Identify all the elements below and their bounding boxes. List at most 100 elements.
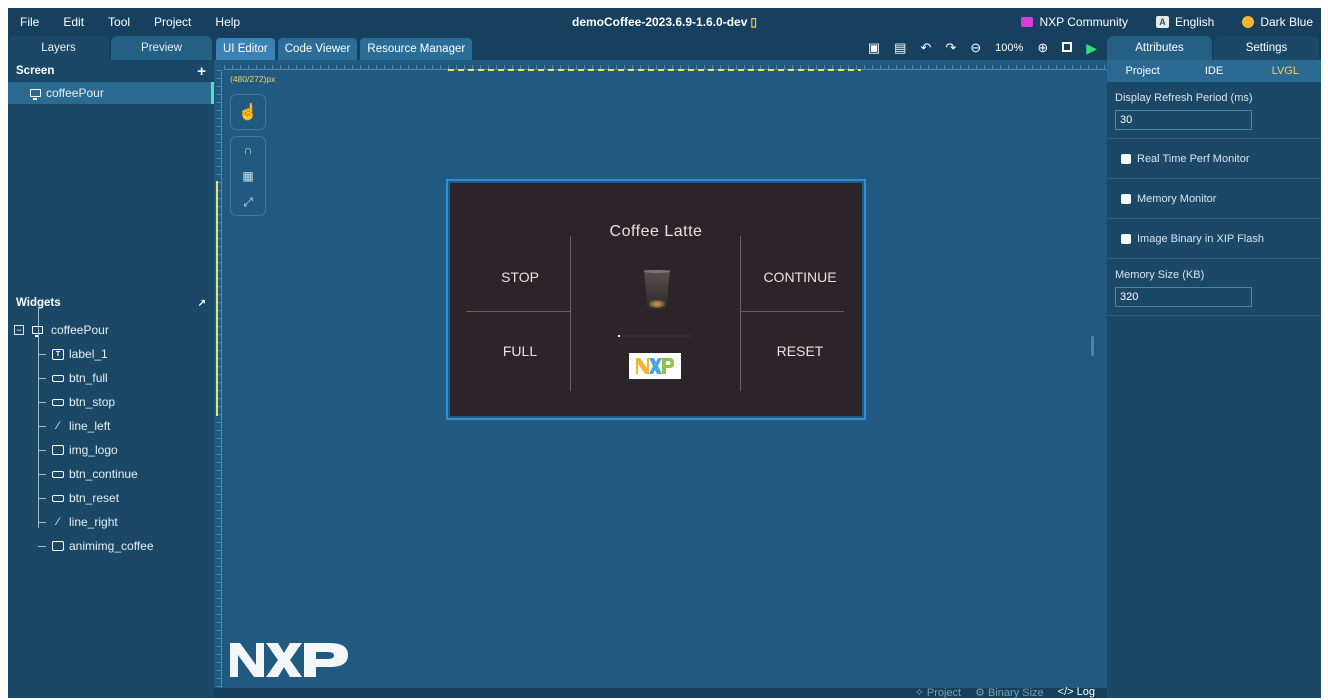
animimg-coffee[interactable]	[641, 270, 673, 314]
left-panel: Layers Preview Screen + coffeePour Widge…	[8, 36, 214, 698]
community-link[interactable]: NXP Community	[1021, 15, 1128, 29]
zoom-out-icon[interactable]: ⊖	[970, 39, 981, 57]
tree-item-label: animimg_coffee	[69, 539, 154, 553]
status-binary-size[interactable]: ⚙ Binary Size	[975, 686, 1044, 699]
checkbox-label: Real Time Perf Monitor	[1137, 152, 1250, 165]
checkbox-box[interactable]	[1121, 153, 1131, 164]
tree-item-label: btn_full	[69, 371, 108, 385]
tree-guide-line	[38, 307, 39, 528]
collapse-icon[interactable]: −	[14, 325, 24, 335]
language-selector[interactable]: A English	[1155, 15, 1215, 29]
hand-icon[interactable]: ☝	[230, 95, 266, 129]
tab-code-viewer[interactable]: Code Viewer	[277, 38, 358, 60]
tab-resource-manager[interactable]: Resource Manager	[360, 38, 473, 60]
checkbox-label: Image Binary in XIP Flash	[1137, 232, 1264, 245]
nxp-logo-icon	[636, 358, 674, 374]
undo-icon[interactable]: ↶	[920, 39, 931, 57]
tree-item-animimg-coffee[interactable]: animimg_coffee	[8, 534, 214, 558]
btn-stop[interactable]: STOP	[490, 269, 550, 285]
subtab-lvgl[interactable]: LVGL	[1250, 60, 1321, 82]
img-logo[interactable]	[629, 353, 681, 379]
checkbox-label: Memory Monitor	[1137, 192, 1217, 205]
tab-preview[interactable]: Preview	[111, 36, 212, 60]
menu-help[interactable]: Help	[203, 15, 252, 29]
checkbox-box[interactable]	[1121, 233, 1131, 244]
line-right[interactable]	[740, 236, 741, 391]
tree-item-label: btn_stop	[69, 395, 116, 409]
canvas-dimensions: (480/272)px	[230, 74, 276, 84]
tree-item-label: label_1	[69, 347, 108, 361]
theme-label: Dark Blue	[1260, 15, 1313, 29]
canvas-tools: ☝ ∩ ▦ ⤢	[230, 94, 268, 222]
zoom-in-icon[interactable]: ⊕	[1037, 39, 1048, 57]
theme-selector[interactable]: Dark Blue	[1242, 15, 1313, 29]
status-log-label: Log	[1076, 686, 1095, 698]
label-1[interactable]: Coffee Latte	[450, 223, 862, 241]
menu-edit[interactable]: Edit	[51, 15, 96, 29]
editor-area: UI Editor Code Viewer Resource Manager ▣…	[214, 36, 1107, 698]
generate-code-icon[interactable]	[1062, 39, 1073, 57]
scroll-handle[interactable]	[1091, 336, 1094, 356]
memory-monitor-checkbox[interactable]: Memory Monitor	[1107, 179, 1321, 219]
button-icon	[52, 494, 64, 502]
language-label: English	[1174, 15, 1215, 29]
tab-ui-editor[interactable]: UI Editor	[216, 38, 275, 60]
refresh-period-input[interactable]	[1115, 110, 1252, 130]
tab-layers[interactable]: Layers	[8, 36, 109, 60]
memory-size-label: Memory Size (KB)	[1115, 269, 1205, 281]
screen-item-label: coffeePour	[46, 86, 104, 100]
editor-toolbar: ▣ ▤ ↶ ↷ ⊖ 100% ⊕ ▶	[868, 39, 1097, 57]
memory-size-input[interactable]	[1115, 287, 1252, 307]
screen-header: Screen +	[8, 60, 214, 82]
status-project[interactable]: ✧ Project	[915, 686, 962, 699]
checkbox-box[interactable]	[1121, 193, 1131, 204]
status-binary-label: Binary Size	[988, 686, 1044, 699]
animimg-icon	[52, 541, 64, 551]
bring-front-icon[interactable]: ▣	[868, 39, 880, 57]
image-binary-xip-checkbox[interactable]: Image Binary in XIP Flash	[1107, 219, 1321, 259]
btn-continue[interactable]: CONTINUE	[752, 269, 848, 285]
tree-item-label: line_right	[69, 515, 118, 529]
divider-left	[466, 311, 570, 312]
subtab-project[interactable]: Project	[1107, 60, 1178, 82]
tree-item-label: line_left	[69, 419, 111, 433]
menu-tool[interactable]: Tool	[96, 15, 142, 29]
palette-icon	[1242, 16, 1255, 28]
send-back-icon[interactable]: ▤	[894, 39, 906, 57]
ruler-highlight-vertical	[216, 181, 218, 416]
real-time-perf-checkbox[interactable]: Real Time Perf Monitor	[1107, 139, 1321, 179]
line-left[interactable]	[570, 236, 571, 391]
device-screen[interactable]: Coffee Latte STOP FULL CONTINUE RESET	[450, 183, 862, 416]
subtab-ide[interactable]: IDE	[1178, 60, 1249, 82]
line-icon: ⁄	[57, 420, 59, 432]
tab-settings[interactable]: Settings	[1214, 36, 1319, 60]
expand-view-icon[interactable]: ⤢	[230, 189, 266, 215]
hand-tool-group: ☝	[230, 94, 266, 130]
redo-icon[interactable]: ↷	[945, 39, 956, 57]
view-tool-group: ∩ ▦ ⤢	[230, 136, 266, 216]
tree-item-label: img_logo	[69, 443, 118, 457]
collapse-view-icon[interactable]: ∩	[230, 137, 266, 163]
settings-subtabs: Project IDE LVGL	[1107, 60, 1321, 82]
menu-project[interactable]: Project	[142, 15, 203, 29]
tab-attributes[interactable]: Attributes	[1107, 36, 1212, 60]
chat-icon	[1021, 17, 1034, 27]
ruler-highlight-horizontal	[448, 69, 861, 71]
play-icon[interactable]: ▶	[1086, 39, 1097, 57]
screen-item-coffeepour[interactable]: coffeePour	[8, 82, 214, 104]
screen-header-label: Screen	[16, 65, 55, 77]
tree-item-label: btn_reset	[69, 491, 120, 505]
device-screen-frame[interactable]: Coffee Latte STOP FULL CONTINUE RESET	[446, 179, 866, 420]
label-icon: T	[52, 348, 64, 360]
memory-size-group: Memory Size (KB)	[1107, 259, 1321, 316]
add-screen-icon[interactable]: +	[197, 63, 206, 80]
folder-icon[interactable]: ▯	[750, 15, 757, 29]
progress-track	[622, 335, 694, 337]
menu-file[interactable]: File	[8, 15, 51, 29]
image-view-icon[interactable]: ▦	[230, 163, 266, 189]
btn-reset[interactable]: RESET	[760, 343, 840, 359]
left-tabs: Layers Preview	[8, 36, 214, 60]
status-log[interactable]: </> Log	[1058, 686, 1095, 698]
popout-icon[interactable]: ↗	[198, 298, 206, 309]
btn-full[interactable]: FULL	[490, 343, 550, 359]
